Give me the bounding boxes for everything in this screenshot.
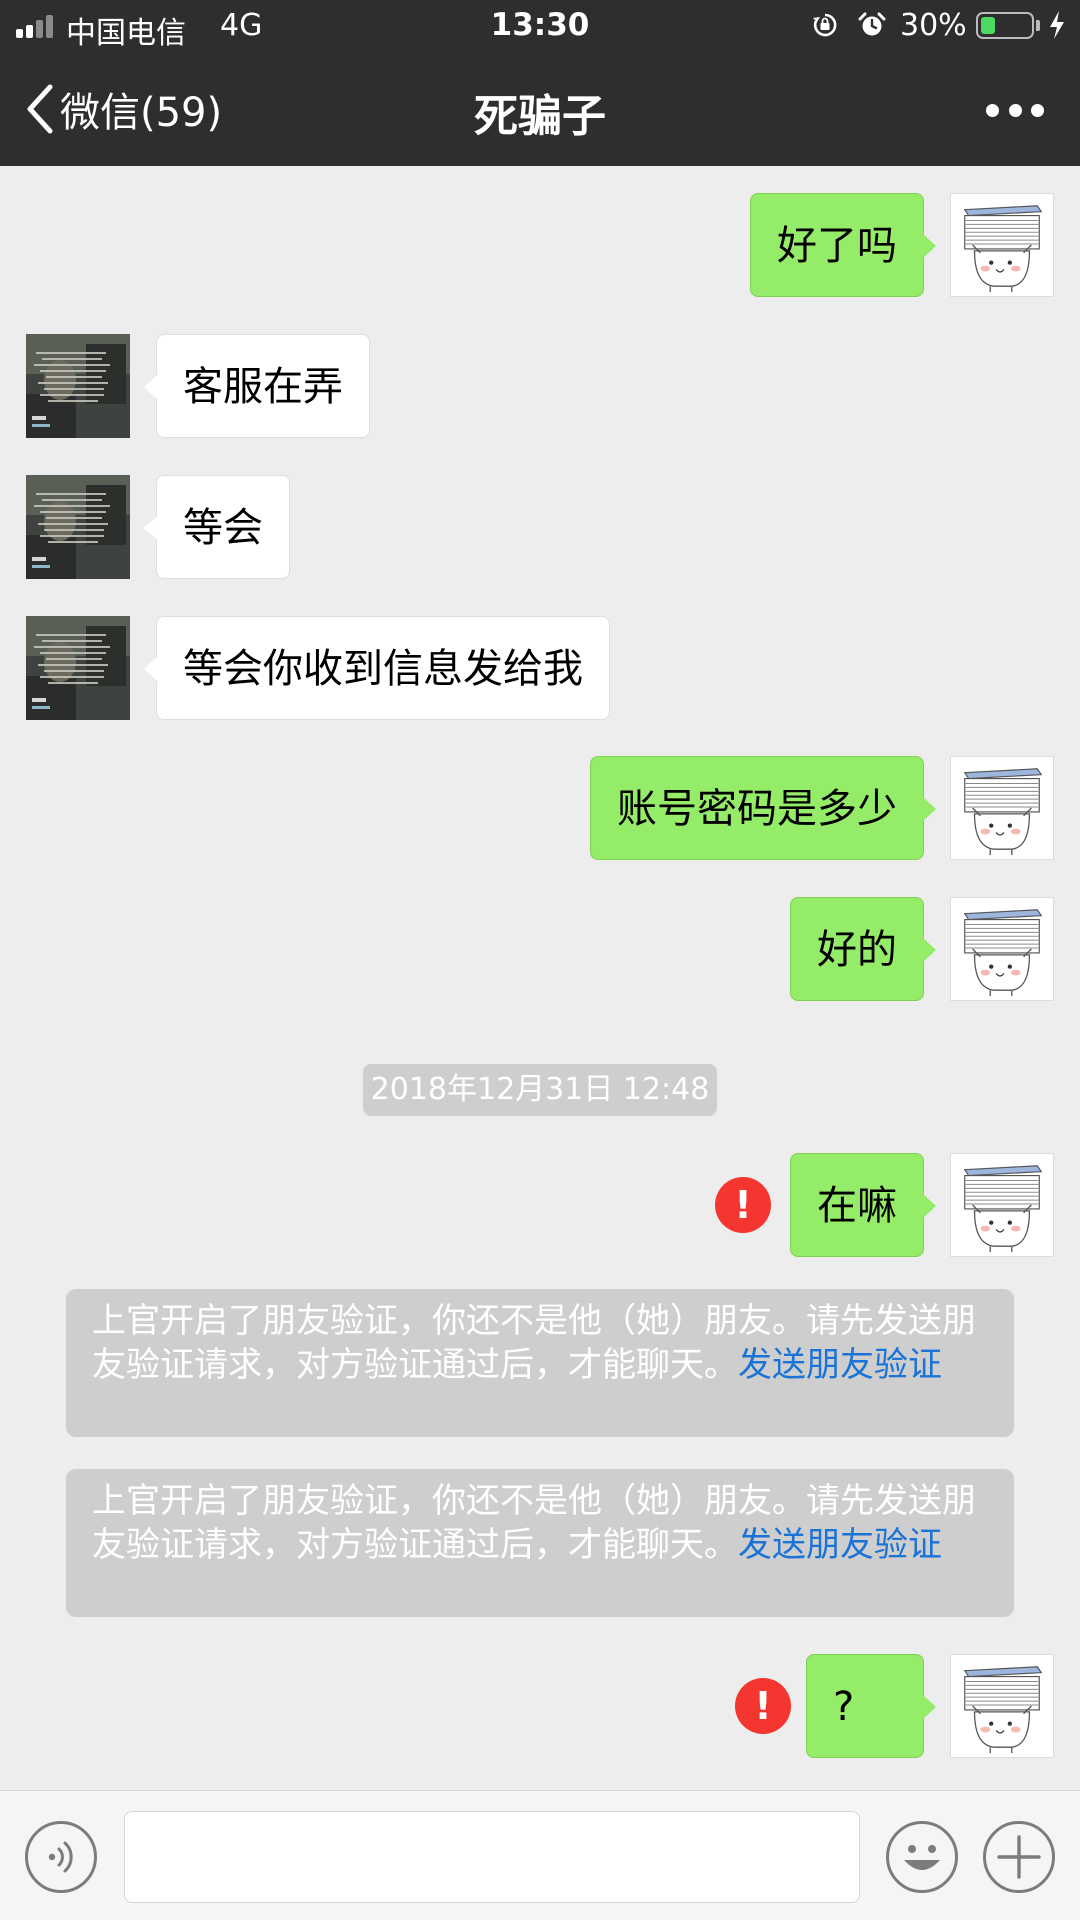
paper-stack-avatar-icon	[951, 1154, 1053, 1256]
my-avatar[interactable]	[950, 193, 1054, 297]
message-row: 等会	[0, 475, 1080, 579]
wechat-chat-screen: 中国电信 4G 13:30 30% 微信(59) 死骗子 好了吗 客服在弄 等会…	[0, 0, 1080, 1920]
more-functions-button[interactable]	[983, 1821, 1055, 1893]
top-bar: 中国电信 4G 13:30 30% 微信(59) 死骗子	[0, 0, 1080, 166]
voice-button[interactable]	[25, 1821, 97, 1893]
my-avatar[interactable]	[950, 897, 1054, 1001]
battery-level	[981, 17, 995, 34]
input-bar	[0, 1790, 1080, 1920]
message-bubble[interactable]: 等会	[144, 475, 290, 579]
message-row: 客服在弄	[0, 334, 1080, 438]
battery-nub	[1036, 20, 1040, 31]
my-avatar[interactable]	[950, 1153, 1054, 1257]
paper-stack-avatar-icon	[951, 194, 1053, 296]
battery-icon	[976, 12, 1034, 39]
message-row: 账号密码是多少	[0, 756, 1080, 860]
contact-avatar[interactable]	[26, 616, 130, 720]
message-row: 好了吗	[0, 193, 1080, 297]
ellipsis-icon	[986, 103, 999, 117]
emoji-button[interactable]	[886, 1821, 958, 1893]
message-input[interactable]	[124, 1811, 860, 1903]
contact-avatar[interactable]	[26, 334, 130, 438]
my-avatar[interactable]	[950, 1654, 1054, 1758]
alarm-icon	[858, 12, 886, 36]
contact-photo-icon	[26, 475, 130, 579]
voice-icon	[48, 1841, 73, 1873]
message-list: 好了吗 客服在弄 等会 等会你收到信息发给我 账号密码是多少 好的 2018年1…	[0, 166, 1080, 1790]
message-bubble[interactable]: 在嘛	[790, 1153, 936, 1257]
contact-photo-icon	[26, 334, 130, 438]
charging-bolt-icon	[1050, 11, 1064, 39]
send-verification-link[interactable]: 发送朋友验证	[738, 1345, 942, 1385]
message-bubble[interactable]: 客服在弄	[144, 334, 370, 438]
emoji-icon	[904, 1845, 940, 1870]
rotation-lock-icon	[813, 13, 837, 37]
send-verification-link[interactable]: 发送朋友验证	[738, 1525, 942, 1565]
system-notice: 上官开启了朋友验证，你还不是他（她）朋友。请先发送朋友验证请求，对方验证通过后，…	[66, 1469, 1014, 1617]
send-failed-icon[interactable]: !	[735, 1678, 791, 1734]
plus-icon	[997, 1835, 1041, 1879]
battery-percentage: 30%	[900, 8, 967, 43]
message-bubble[interactable]: 好了吗	[750, 193, 936, 297]
more-options-button[interactable]	[986, 102, 1044, 118]
paper-stack-avatar-icon	[951, 898, 1053, 1000]
paper-stack-avatar-icon	[951, 1655, 1053, 1757]
message-row: 好的	[0, 897, 1080, 1001]
message-bubble[interactable]: 好的	[790, 897, 936, 1001]
contact-avatar[interactable]	[26, 475, 130, 579]
send-failed-icon[interactable]: !	[715, 1177, 771, 1233]
message-bubble[interactable]: 等会你收到信息发给我	[144, 616, 610, 720]
message-row: 等会你收到信息发给我	[0, 616, 1080, 720]
message-bubble[interactable]: 账号密码是多少	[590, 756, 936, 860]
timestamp-label: 2018年12月31日 12:48	[363, 1064, 717, 1116]
message-row: ! 在嘛	[0, 1153, 1080, 1257]
message-bubble[interactable]: ?	[806, 1654, 936, 1758]
chat-title: 死骗子	[474, 91, 606, 142]
contact-photo-icon	[26, 616, 130, 720]
paper-stack-avatar-icon	[951, 757, 1053, 859]
system-notice: 上官开启了朋友验证，你还不是他（她）朋友。请先发送朋友验证请求，对方验证通过后，…	[66, 1289, 1014, 1437]
status-bar: 中国电信 4G 13:30 30%	[0, 0, 1080, 52]
my-avatar[interactable]	[950, 756, 1054, 860]
navigation-bar: 微信(59) 死骗子	[0, 52, 1080, 166]
message-row: ! ?	[0, 1654, 1080, 1758]
